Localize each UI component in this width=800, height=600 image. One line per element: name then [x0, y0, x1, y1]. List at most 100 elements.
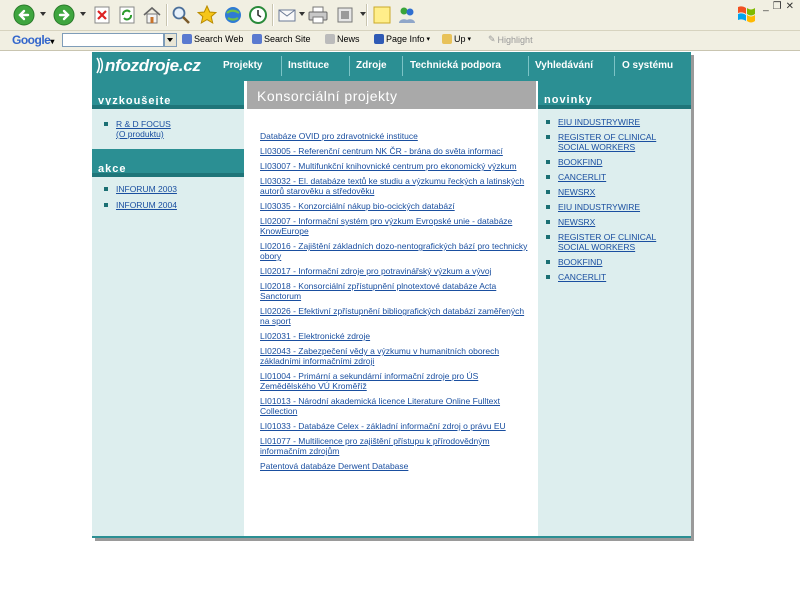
action-link-inforum-2003[interactable]: INFORUM 2003	[116, 184, 177, 194]
project-link[interactable]: LI02018 - Konsorciální zpřístupnění plno…	[260, 281, 528, 301]
nav-instituce[interactable]: Instituce	[288, 60, 329, 71]
list-item[interactable]: BOOKFIND	[544, 157, 686, 167]
search-site-button[interactable]: Search Site	[252, 34, 311, 44]
window-controls: _ ❐ ✕	[763, 1, 794, 12]
restore-icon[interactable]: ❐	[773, 1, 782, 12]
google-logo[interactable]: Google▾	[12, 33, 54, 47]
google-toolbar: Google▾ Search Web Search Site News Page…	[0, 31, 800, 51]
project-link[interactable]: LI01013 - Národní akademická licence Lit…	[260, 396, 528, 416]
list-item[interactable]: CANCERLIT	[544, 272, 686, 282]
nav-projekty[interactable]: Projekty	[223, 60, 262, 71]
back-icon[interactable]	[12, 3, 36, 27]
list-item[interactable]: REGISTER OF CLINICAL SOCIAL WORKERS	[544, 132, 686, 152]
page-info-button[interactable]: Page Info ▾	[374, 34, 430, 44]
news-icon	[325, 34, 335, 44]
project-link[interactable]: LI01077 - Multilicence pro zajištění pří…	[260, 436, 528, 456]
forward-icon[interactable]	[52, 3, 76, 27]
google-search-dropdown[interactable]	[164, 33, 177, 47]
project-link[interactable]: LI02026 - Efektivní zpřístupnění bibliog…	[260, 306, 528, 326]
nav-vyhledavani[interactable]: Vyhledávání	[535, 60, 593, 71]
edit-icon[interactable]	[334, 3, 356, 27]
minimize-icon[interactable]: _	[763, 1, 769, 12]
highlight-label: Highlight	[497, 34, 533, 45]
list-item[interactable]: INFORUM 2003	[102, 184, 242, 194]
project-link[interactable]: LI02031 - Elektronické zdroje	[260, 331, 528, 341]
print-icon[interactable]	[307, 3, 329, 27]
up-button[interactable]: Up ▾	[442, 34, 471, 44]
try-link-about-product[interactable]: (O produktu)	[116, 129, 164, 139]
site-logo[interactable]: nfozdroje.cz	[96, 56, 201, 76]
list-item[interactable]: CANCERLIT	[544, 172, 686, 182]
list-item[interactable]: NEWSRX	[544, 187, 686, 197]
site-logo-text: nfozdroje.cz	[105, 56, 201, 75]
project-link[interactable]: Databáze OVID pro zdravotnické instituce	[260, 131, 528, 141]
search-site-icon	[252, 34, 262, 44]
project-link[interactable]: LI02017 - Informační zdroje pro potravin…	[260, 266, 528, 276]
news-link[interactable]: BOOKFIND	[558, 257, 602, 267]
project-link[interactable]: LI02043 - Zabezpečení vědy a výzkumu v h…	[260, 346, 528, 366]
highlight-icon: ✎	[488, 34, 496, 44]
try-heading: vyzkoušejte	[92, 81, 244, 109]
logo-mark-icon	[96, 56, 104, 74]
mail-dropdown-icon[interactable]	[299, 12, 305, 16]
list-item[interactable]: R & D FOCUS (O produktu)	[102, 119, 242, 139]
stop-icon[interactable]	[92, 3, 112, 27]
news-link[interactable]: CANCERLIT	[558, 172, 606, 182]
media-icon[interactable]	[222, 3, 244, 27]
news-link[interactable]: NEWSRX	[558, 217, 595, 227]
project-link[interactable]: LI03005 - Referenční centrum NK ČR - brá…	[260, 146, 528, 156]
nav-technicka-podpora[interactable]: Technická podpora	[410, 60, 501, 71]
list-item[interactable]: BOOKFIND	[544, 257, 686, 267]
page-title-text: Konsorciální projekty	[257, 88, 398, 104]
news-link[interactable]: REGISTER OF CLINICAL SOCIAL WORKERS	[558, 132, 656, 152]
project-link[interactable]: LI03032 - El. databáze textů ke studiu a…	[260, 176, 528, 196]
close-icon[interactable]: ✕	[786, 1, 794, 12]
action-link-inforum-2004[interactable]: INFORUM 2004	[116, 200, 177, 210]
search-site-label: Search Site	[264, 34, 311, 44]
notes-icon[interactable]	[371, 3, 393, 27]
back-dropdown-icon[interactable]	[40, 12, 46, 16]
project-link[interactable]: LI03007 - Multifunkční knihovnické centr…	[260, 161, 528, 171]
project-link[interactable]: LI01033 - Databáze Celex - základní info…	[260, 421, 528, 431]
search-web-button[interactable]: Search Web	[182, 34, 243, 44]
news-list: EIU INDUSTRYWIRE REGISTER OF CLINICAL SO…	[544, 117, 686, 287]
news-link[interactable]: NEWSRX	[558, 187, 595, 197]
news-link[interactable]: REGISTER OF CLINICAL SOCIAL WORKERS	[558, 232, 656, 252]
try-link-rd-focus[interactable]: R & D FOCUS	[116, 119, 171, 129]
search-web-icon	[182, 34, 192, 44]
project-link[interactable]: LI02016 - Zajištění základních dozo-nent…	[260, 241, 528, 261]
news-link[interactable]: EIU INDUSTRYWIRE	[558, 117, 640, 127]
news-link[interactable]: EIU INDUSTRYWIRE	[558, 202, 640, 212]
page-title: Konsorciální projekty	[247, 81, 536, 109]
nav-zdroje[interactable]: Zdroje	[356, 60, 387, 71]
project-link[interactable]: LI01004 - Primární a sekundární informač…	[260, 371, 528, 391]
list-item[interactable]: EIU INDUSTRYWIRE	[544, 117, 686, 127]
forward-dropdown-icon[interactable]	[80, 12, 86, 16]
news-button[interactable]: News	[325, 34, 360, 44]
home-icon[interactable]	[141, 3, 163, 27]
left-sidebar: vyzkoušejte R & D FOCUS (O produktu) akc…	[92, 81, 244, 538]
search-web-label: Search Web	[194, 34, 244, 44]
project-link[interactable]: LI03035 - Konzorciální nákup bio-ocickýc…	[260, 201, 528, 211]
refresh-icon[interactable]	[117, 3, 137, 27]
project-link[interactable]: LI02007 - Informační systém pro výzkum E…	[260, 216, 528, 236]
mail-icon[interactable]	[277, 3, 299, 27]
nav-o-systemu[interactable]: O systému	[622, 60, 673, 71]
list-item[interactable]: REGISTER OF CLINICAL SOCIAL WORKERS	[544, 232, 686, 252]
list-item[interactable]: INFORUM 2004	[102, 200, 242, 210]
news-link[interactable]: CANCERLIT	[558, 272, 606, 282]
messenger-icon[interactable]	[396, 3, 418, 27]
news-link[interactable]: BOOKFIND	[558, 157, 602, 167]
site-header: nfozdroje.cz Projekty Instituce Zdroje T…	[92, 52, 691, 81]
history-icon[interactable]	[247, 3, 269, 27]
list-item[interactable]: NEWSRX	[544, 217, 686, 227]
google-search-input[interactable]	[62, 33, 164, 47]
news-label: News	[337, 34, 360, 44]
search-icon[interactable]	[170, 3, 192, 27]
favorites-icon[interactable]	[196, 3, 218, 27]
browser-toolbar: _ ❐ ✕	[0, 0, 800, 31]
list-item[interactable]: EIU INDUSTRYWIRE	[544, 202, 686, 212]
highlight-button[interactable]: ✎ Highlight	[488, 34, 533, 45]
actions-list: INFORUM 2003 INFORUM 2004	[102, 184, 242, 210]
project-link[interactable]: Patentová databáze Derwent Database	[260, 461, 528, 471]
